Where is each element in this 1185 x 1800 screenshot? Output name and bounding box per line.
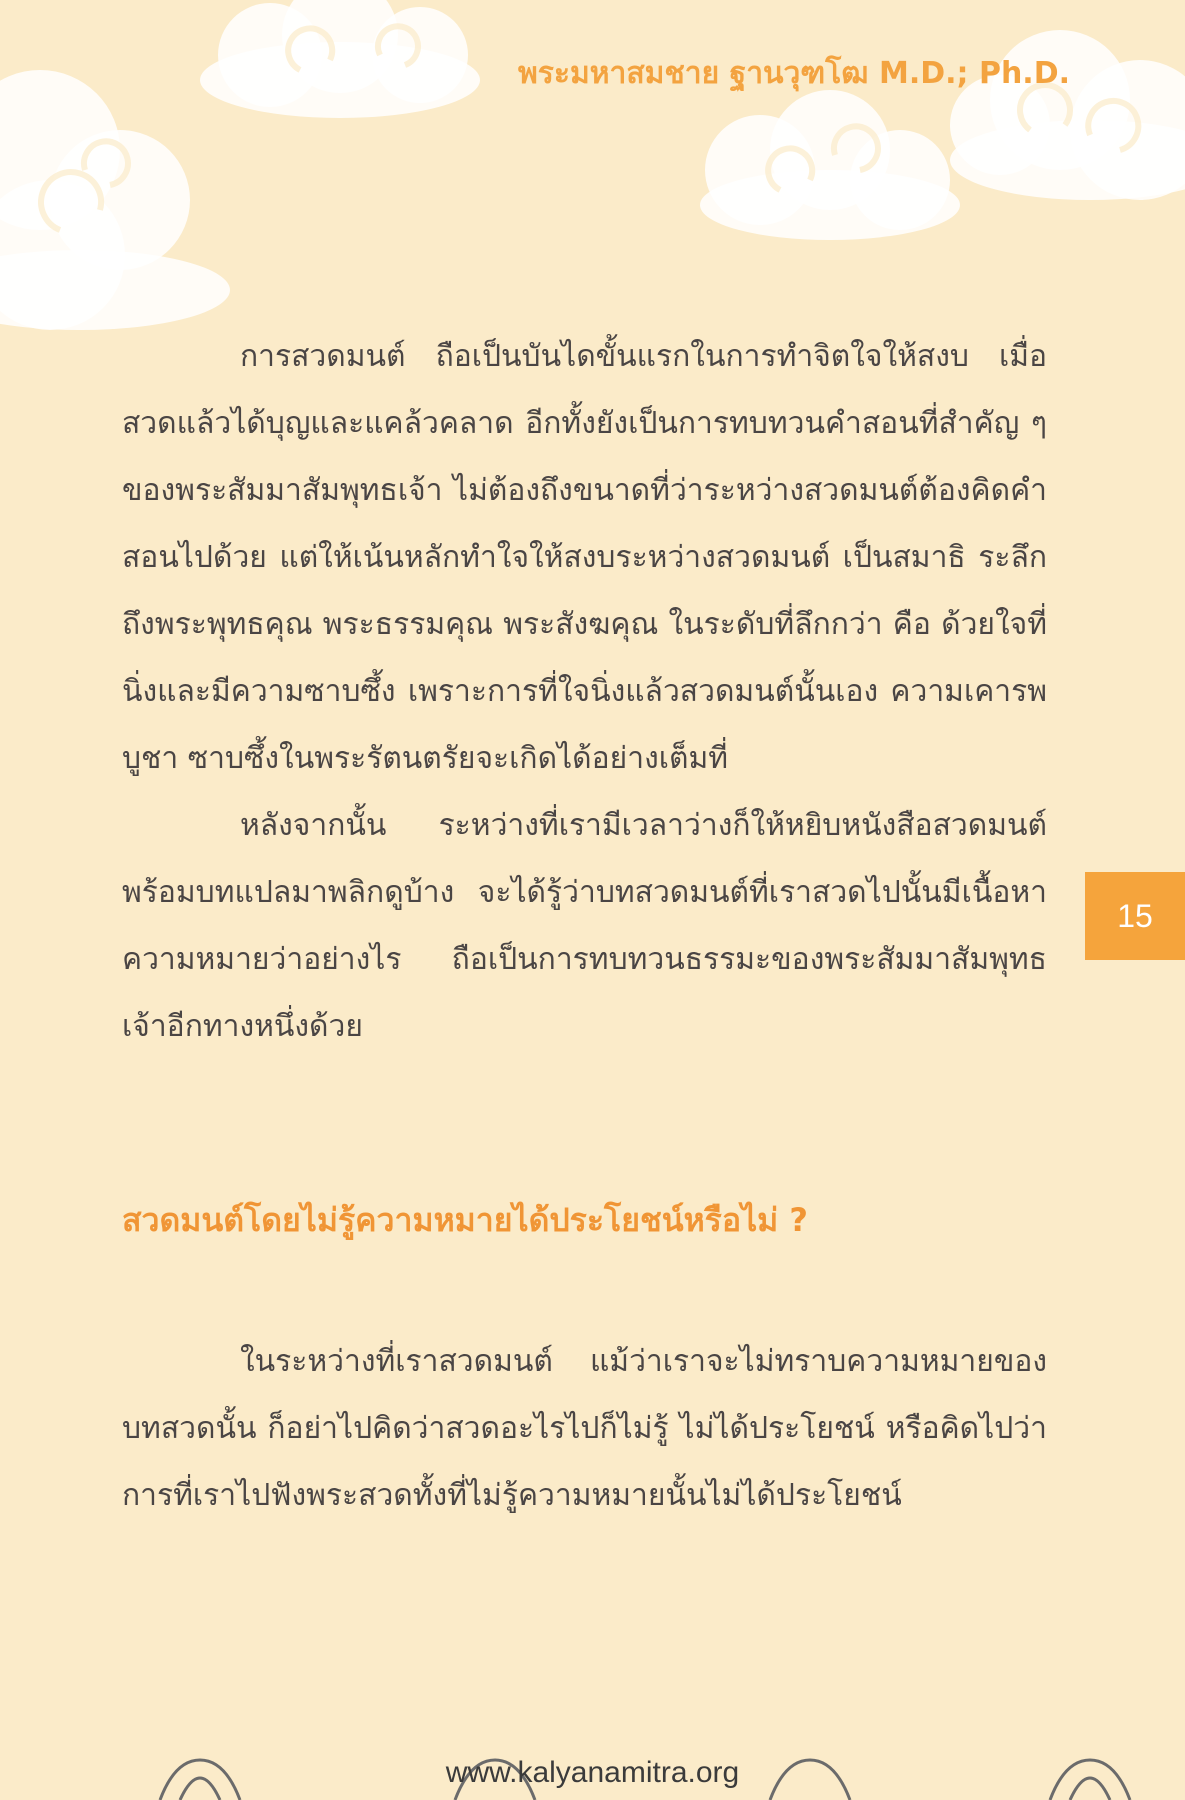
body-text-intro: การสวดมนต์ ถือเป็นบันไดขั้นแรกในการทำจิต… <box>122 323 1047 1060</box>
footer-url: www.kalyanamitra.org <box>445 1756 740 1789</box>
paragraph: หลังจากนั้น ระหว่างที่เรามีเวลาว่างก็ให้… <box>122 808 1047 1044</box>
paragraph: ในระหว่างที่เราสวดมนต์ แม้ว่าเราจะไม่ทรา… <box>122 1344 1047 1513</box>
page-number-tab: 15 <box>1085 872 1185 960</box>
running-header: พระมหาสมชาย ฐานวุฑโฒ M.D.; Ph.D. <box>517 56 1070 91</box>
body-text-section: ในระหว่างที่เราสวดมนต์ แม้ว่าเราจะไม่ทรา… <box>122 1328 1047 1529</box>
section-heading: สวดมนต์โดยไม่รู้ความหมายได้ประโยชน์หรือไ… <box>122 1201 808 1239</box>
paragraph: การสวดมนต์ ถือเป็นบันไดขั้นแรกในการทำจิต… <box>122 339 1047 776</box>
page-number: 15 <box>1117 897 1153 934</box>
